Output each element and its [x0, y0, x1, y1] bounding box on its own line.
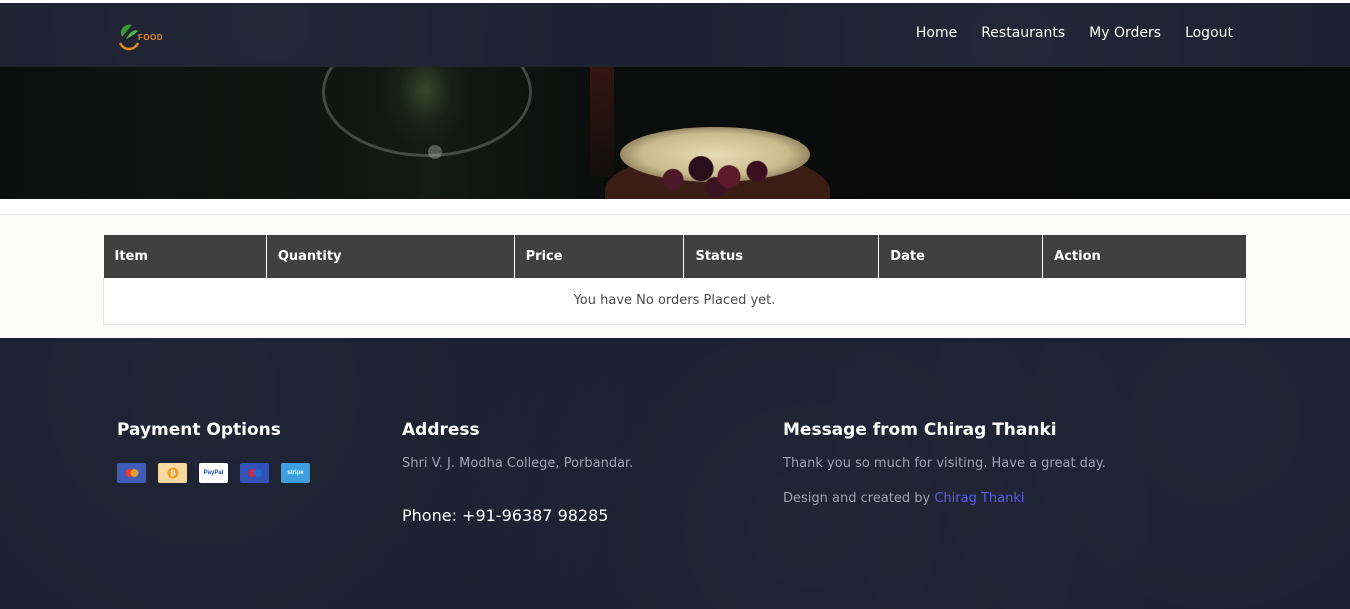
- message-heading: Message from Chirag Thanki: [783, 420, 1057, 440]
- svg-text:₿: ₿: [170, 470, 176, 478]
- column-date: Date: [878, 235, 1044, 278]
- hero-banner-image: [0, 67, 1350, 199]
- paypal-icon: PayPal: [199, 463, 228, 483]
- credit-prefix: Design and created by: [783, 491, 935, 506]
- nav-restaurants[interactable]: Restaurants: [981, 25, 1065, 41]
- address-heading: Address: [402, 420, 480, 440]
- column-item: Item: [103, 235, 267, 278]
- phone-number: Phone: +91-96387 98285: [402, 506, 609, 525]
- column-price: Price: [514, 235, 685, 278]
- credit-line: Design and created by Chirag Thanki: [783, 491, 1025, 506]
- nav-home[interactable]: Home: [916, 25, 957, 41]
- table-header-row: Item Quantity Price Status Date Action: [103, 235, 1246, 278]
- empty-orders-message: You have No orders Placed yet.: [103, 278, 1246, 325]
- message-text: Thank you so much for visiting. Have a g…: [783, 456, 1106, 471]
- site-logo[interactable]: FOOD: [116, 21, 168, 53]
- author-link[interactable]: Chirag Thanki: [934, 491, 1024, 506]
- banner-background-object: [590, 67, 614, 177]
- orders-container: Item Quantity Price Status Date Action Y…: [0, 214, 1350, 338]
- main-nav: Home Restaurants My Orders Logout: [916, 25, 1233, 41]
- column-action: Action: [1042, 235, 1246, 278]
- column-quantity: Quantity: [266, 235, 515, 278]
- nav-logout[interactable]: Logout: [1185, 25, 1233, 41]
- banner-glass: [322, 67, 532, 157]
- mastercard-icon: [117, 463, 146, 483]
- address-text: Shri V. J. Modha College, Porbandar.: [402, 456, 634, 471]
- bitcoin-icon: ₿: [158, 463, 187, 483]
- payment-cards: ₿ PayPal stripe: [117, 463, 310, 483]
- payment-options-heading: Payment Options: [117, 420, 281, 440]
- orders-section: Item Quantity Price Status Date Action Y…: [0, 199, 1350, 338]
- column-status: Status: [683, 235, 880, 278]
- stripe-icon: stripe: [281, 463, 310, 483]
- logo-text: FOOD: [138, 33, 164, 42]
- banner-cake-berries: [645, 147, 785, 199]
- banner-glass-reflection: [428, 145, 442, 159]
- nav-my-orders[interactable]: My Orders: [1089, 25, 1161, 41]
- table-row: You have No orders Placed yet.: [103, 278, 1246, 325]
- maestro-icon: [240, 463, 269, 483]
- orders-table: Item Quantity Price Status Date Action Y…: [103, 235, 1246, 325]
- site-footer: Payment Options ₿ PayPal stripe Address …: [0, 338, 1350, 609]
- navbar: FOOD Home Restaurants My Orders Logout: [0, 3, 1350, 67]
